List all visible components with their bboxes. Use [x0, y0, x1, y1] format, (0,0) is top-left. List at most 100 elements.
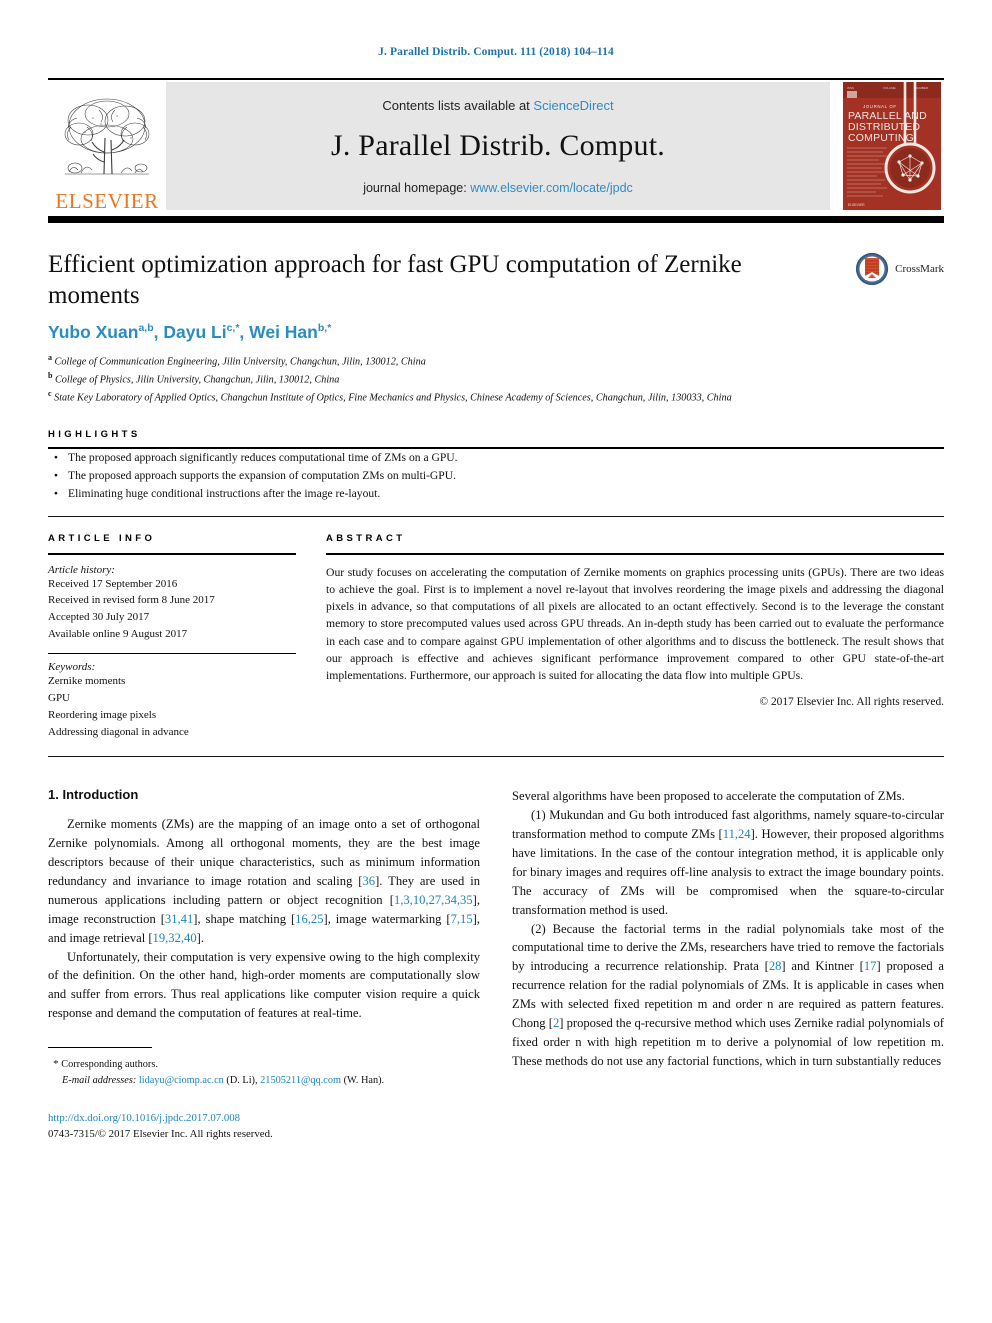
keyword-item: GPU	[48, 692, 71, 705]
citation-link[interactable]: 36	[363, 874, 376, 888]
citation-link[interactable]: 28	[769, 959, 782, 973]
paragraph: Several algorithms have been proposed to…	[512, 787, 944, 806]
elsevier-wordmark: ELSEVIER	[55, 189, 159, 213]
section-heading-introduction: 1. Introduction	[48, 787, 139, 803]
svg-text:NUMBER: NUMBER	[915, 86, 929, 90]
history-online: Available online 9 August 2017	[48, 627, 188, 640]
citation-link[interactable]: 7,15	[451, 912, 473, 926]
email-note: E-mail addresses: lidayu@ciomp.ac.cn (D.…	[48, 1073, 480, 1088]
paragraph: Unfortunately, their computation is very…	[48, 948, 480, 1024]
corresponding-text: Corresponding authors.	[61, 1059, 158, 1071]
email-link[interactable]: 21505211@qq.com	[260, 1075, 341, 1086]
crossmark-label: CrossMark	[895, 263, 944, 275]
running-head: J. Parallel Distrib. Comput. 111 (2018) …	[378, 46, 614, 58]
author-name: Dayu Li	[163, 322, 227, 342]
keywords-label: Keywords:	[48, 661, 96, 674]
text-run: Unfortunately, their computation is very…	[48, 949, 480, 1021]
elsevier-tree-icon	[64, 98, 150, 175]
crossmark-badge[interactable]: CrossMark	[854, 251, 944, 287]
author-entry: Dayu Lic,*	[163, 322, 239, 342]
article-info-heading: ARTICLE INFO	[48, 532, 156, 544]
affiliation-text: State Key Laboratory of Applied Optics, …	[54, 392, 732, 404]
author-name: Wei Han	[249, 322, 318, 342]
email-owner: (W. Han).	[343, 1074, 385, 1086]
text-run: ] proposed the q-recursive method which …	[512, 1015, 944, 1068]
highlights-heading: HIGHLIGHTS	[48, 428, 141, 440]
paragraph: Zernike moments (ZMs) are the mapping of…	[48, 815, 480, 947]
body-columns: 1. Introduction Zernike moments (ZMs) ar…	[48, 787, 944, 1142]
affiliation-mark: b	[48, 371, 53, 381]
email-link[interactable]: lidayu@ciomp.ac.cn	[139, 1075, 224, 1086]
author-affil-mark: b,*	[317, 322, 332, 335]
affiliation-item: c State Key Laboratory of Applied Optics…	[48, 388, 944, 406]
svg-text:JOURNAL OF: JOURNAL OF	[863, 104, 897, 109]
author-affil-mark: c,*	[226, 322, 240, 335]
text-run: Several algorithms have been proposed to…	[512, 789, 905, 804]
masthead-divider	[48, 216, 944, 223]
article-info-section: ARTICLE INFO Article history: Received 1…	[48, 533, 296, 741]
journal-homepage-link[interactable]: www.elsevier.com/locate/jpdc	[470, 181, 633, 195]
homepage-prefix: journal homepage:	[363, 180, 467, 195]
journal-cover-image: ISSN VOLUME NUMBER JOURNAL OF PARALLEL AND…	[843, 82, 941, 210]
text-run: ].	[196, 930, 204, 945]
page-title: Efficient optimization approach for fast…	[48, 251, 742, 309]
sciencedirect-link[interactable]: ScienceDirect	[533, 98, 613, 113]
info-abstract-row: ARTICLE INFO Article history: Received 1…	[48, 533, 944, 741]
list-item: Eliminating huge conditional instruction…	[54, 485, 944, 503]
journal-homepage-line: journal homepage: www.elsevier.com/locat…	[363, 181, 633, 195]
text-run: ], shape matching [	[193, 911, 296, 926]
title-block: Efficient optimization approach for fast…	[48, 249, 944, 407]
svg-text:ISSN: ISSN	[847, 86, 854, 90]
svg-text:ELSEVIER: ELSEVIER	[848, 203, 865, 207]
abstract-rule	[326, 552, 944, 555]
doi-link[interactable]: http://dx.doi.org/10.1016/j.jpdc.2017.07…	[48, 1110, 480, 1126]
footnote-divider	[48, 1047, 152, 1049]
highlights-section: HIGHLIGHTS The proposed approach signifi…	[48, 429, 944, 517]
email-label: E-mail addresses:	[62, 1074, 137, 1086]
citation-link[interactable]: 11,24	[723, 827, 751, 841]
svg-text:VOLUME: VOLUME	[883, 86, 896, 90]
author-list: Yubo Xuana,b, Dayu Lic,*, Wei Hanb,*	[48, 322, 944, 343]
keywords-divider	[48, 653, 296, 655]
corresponding-author-note: * Corresponding authors.	[48, 1056, 480, 1073]
paper-page: J. Parallel Distrib. Comput. 111 (2018) …	[0, 0, 992, 1323]
citation-link[interactable]: 1,3,10,27,34,35	[394, 893, 473, 907]
paragraph: (1) Mukundan and Gu both introduced fast…	[512, 806, 944, 919]
journal-title: J. Parallel Distrib. Comput.	[331, 128, 665, 162]
abstract-text: Our study focuses on accelerating the co…	[326, 565, 944, 683]
crossmark-icon	[856, 253, 889, 285]
history-accepted: Accepted 30 July 2017	[48, 610, 150, 623]
affiliation-text: College of Communication Engineering, Ji…	[54, 356, 426, 368]
doi-block: http://dx.doi.org/10.1016/j.jpdc.2017.07…	[48, 1110, 480, 1142]
author-entry: Wei Hanb,*	[249, 322, 331, 342]
affiliation-item: b College of Physics, Jilin University, …	[48, 370, 944, 388]
affiliation-item: a College of Communication Engineering, …	[48, 352, 944, 370]
list-item: The proposed approach significantly redu…	[54, 449, 944, 467]
elsevier-logo: ELSEVIER	[48, 80, 166, 212]
abstract-heading: ABSTRACT	[326, 532, 406, 544]
citation-link[interactable]: 16,25	[295, 912, 323, 926]
page-content: J. Parallel Distrib. Comput. 111 (2018) …	[48, 0, 944, 1142]
affiliation-text: College of Physics, Jilin University, Ch…	[55, 374, 340, 386]
article-history-block: Article history: Received 17 September 2…	[48, 564, 296, 643]
citation-link[interactable]: 31,41	[165, 912, 193, 926]
list-item: The proposed approach supports the expan…	[54, 467, 944, 485]
text-run: ], image watermarking [	[323, 911, 451, 926]
issn-copyright-line: 0743-7315/© 2017 Elsevier Inc. All right…	[48, 1128, 273, 1141]
history-revised: Received in revised form 8 June 2017	[48, 594, 215, 607]
text-run: ] and Kintner [	[781, 959, 864, 974]
author-affil-mark: a,b	[138, 322, 154, 335]
paragraph: (2) Because the factorial terms in the r…	[512, 920, 944, 1071]
masthead-center: Contents lists available at ScienceDirec…	[166, 82, 830, 210]
journal-masthead: ELSEVIER Contents lists available at Sci…	[48, 78, 944, 212]
citation-link[interactable]: 17	[864, 959, 877, 973]
keyword-item: Addressing diagonal in advance	[48, 725, 189, 738]
article-history-label: Article history:	[48, 563, 115, 576]
contents-available-line: Contents lists available at ScienceDirec…	[382, 98, 613, 113]
affiliation-mark: a	[48, 353, 52, 362]
citation-link[interactable]: 19,32,40	[153, 931, 197, 945]
highlights-list: The proposed approach significantly redu…	[48, 449, 944, 504]
body-left-column: 1. Introduction Zernike moments (ZMs) ar…	[48, 787, 480, 1142]
contents-prefix: Contents lists available at	[382, 97, 530, 113]
highlights-bottom-rule	[48, 515, 944, 517]
